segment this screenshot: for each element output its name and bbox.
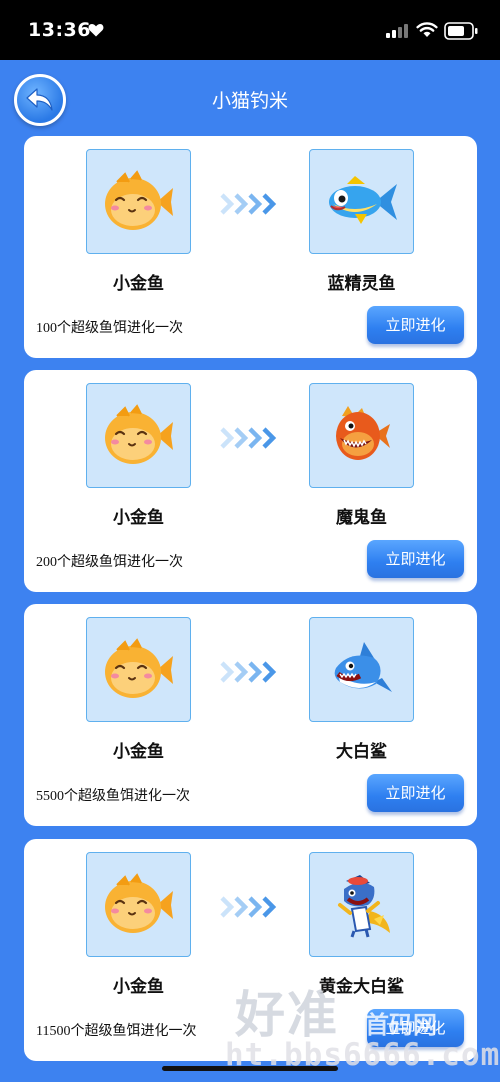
evolve-cost-text: 100个超级鱼饵进化一次 <box>36 321 183 336</box>
battery-icon <box>444 22 478 40</box>
to-fish-box <box>309 149 414 254</box>
evolve-cost-text: 11500个超级鱼饵进化一次 <box>36 1024 197 1039</box>
wifi-icon <box>416 22 438 37</box>
from-fish-box <box>86 852 191 957</box>
goldfish-icon <box>104 403 173 464</box>
blue-sprite-fish-icon <box>328 175 397 224</box>
status-bar: 13:36 <box>0 0 500 60</box>
from-fish-box <box>86 617 191 722</box>
from-fish-name: 小金鱼 <box>113 742 164 762</box>
evolve-button[interactable]: 立即进化 <box>367 774 464 812</box>
status-time: 13:36 <box>28 19 91 41</box>
from-fish-name: 小金鱼 <box>113 977 164 997</box>
to-fish-name: 黄金大白鲨 <box>319 977 404 997</box>
from-fish-box <box>86 383 191 488</box>
to-fish-box <box>309 852 414 957</box>
evolve-button[interactable]: 立即进化 <box>367 306 464 344</box>
goldfish-icon <box>104 637 173 698</box>
to-fish-name: 大白鲨 <box>336 742 387 762</box>
evolution-card: 小金鱼 魔鬼鱼 200个超级鱼饵进化一次 立即进化 <box>24 370 477 592</box>
golden-great-white-shark-icon <box>337 874 390 937</box>
from-fish-name: 小金鱼 <box>113 508 164 528</box>
evolution-card: 小金鱼 蓝精灵鱼 100个超级鱼饵进化一次 立即进化 <box>24 136 477 358</box>
goldfish-icon <box>104 169 173 230</box>
evolution-card: 小金鱼 大白鲨 5500个超级鱼饵进化一次 立即进化 <box>24 604 477 826</box>
evolve-button[interactable]: 立即进化 <box>367 540 464 578</box>
nav-bar: 小猫钓米 <box>0 60 500 138</box>
evolution-card: 小金鱼 黄金大白鲨 11500个超级鱼饵进化一次 立即进化 <box>24 839 477 1061</box>
evolve-arrow-icon <box>220 193 277 215</box>
great-white-shark-icon <box>334 641 392 692</box>
to-fish-name: 蓝精灵鱼 <box>327 274 396 294</box>
goldfish-icon <box>104 872 173 933</box>
evolve-cost-text: 200个超级鱼饵进化一次 <box>36 555 183 570</box>
evolve-arrow-icon <box>220 661 277 683</box>
to-fish-box <box>309 383 414 488</box>
from-fish-name: 小金鱼 <box>113 274 164 294</box>
to-fish-name: 魔鬼鱼 <box>336 508 387 528</box>
to-fish-box <box>309 617 414 722</box>
home-indicator <box>162 1066 338 1071</box>
evolve-button[interactable]: 立即进化 <box>367 1009 464 1047</box>
evolve-cost-text: 5500个超级鱼饵进化一次 <box>36 789 190 804</box>
devil-fish-icon <box>335 405 390 460</box>
evolve-arrow-icon <box>220 896 277 918</box>
page-title: 小猫钓米 <box>211 90 288 112</box>
evolve-arrow-icon <box>220 427 277 449</box>
from-fish-box <box>86 149 191 254</box>
signal-icon <box>386 24 408 38</box>
heart-icon <box>88 24 104 37</box>
